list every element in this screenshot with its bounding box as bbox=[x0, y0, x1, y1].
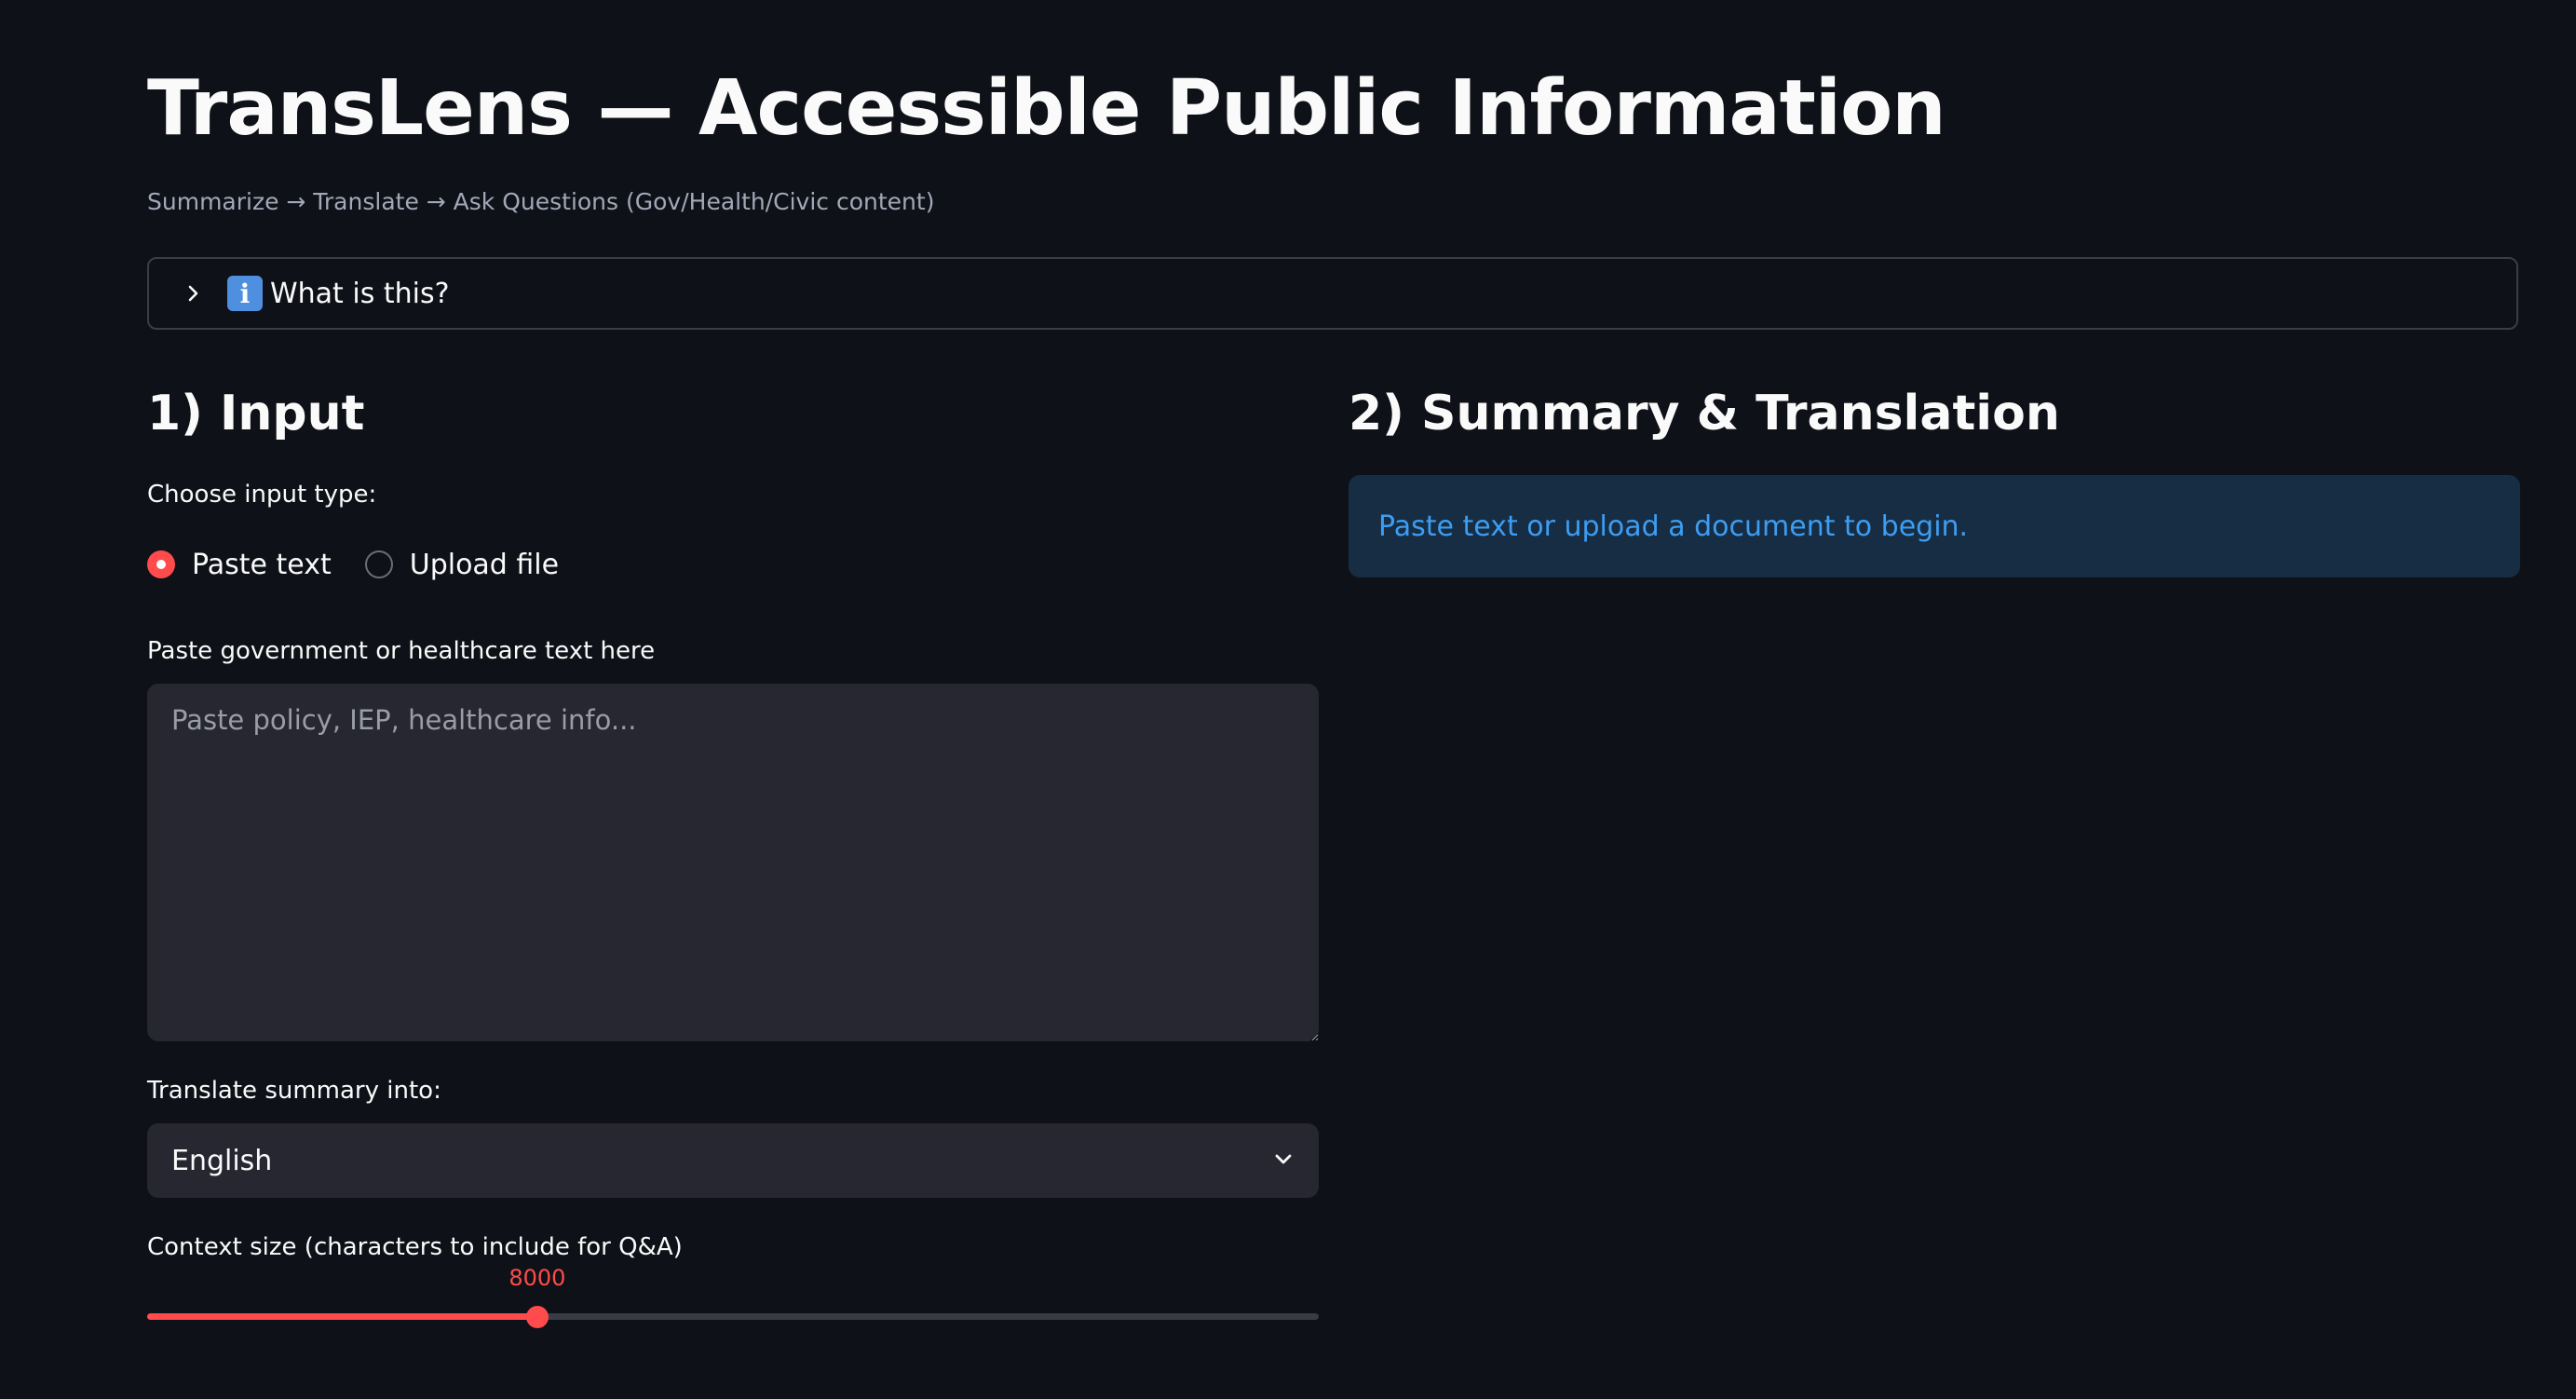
radio-selected-indicator bbox=[147, 550, 175, 578]
summary-section-title: 2) Summary & Translation bbox=[1349, 386, 2060, 441]
language-select[interactable]: English bbox=[147, 1123, 1319, 1198]
app-page: TransLens — Accessible Public Informatio… bbox=[0, 0, 2576, 1399]
radio-upload-file[interactable]: Upload file bbox=[364, 548, 560, 581]
context-size-slider[interactable]: 8000 bbox=[147, 1265, 1319, 1328]
input-section-title: 1) Input bbox=[147, 386, 365, 441]
input-type-label: Choose input type: bbox=[147, 481, 377, 509]
expander-label: What is this? bbox=[270, 277, 450, 310]
radio-upload-file-label: Upload file bbox=[409, 548, 560, 581]
what-is-this-expander[interactable]: i What is this? bbox=[147, 257, 2518, 330]
language-select-value: English bbox=[171, 1144, 273, 1177]
slider-fill bbox=[147, 1313, 537, 1320]
info-alert: Paste text or upload a document to begin… bbox=[1349, 475, 2520, 577]
textarea-label: Paste government or healthcare text here bbox=[147, 637, 656, 665]
input-type-radio-group: Paste text Upload file bbox=[147, 548, 592, 581]
page-title: TransLens — Accessible Public Informatio… bbox=[147, 64, 1946, 153]
page-caption: Summarize → Translate → Ask Questions (G… bbox=[147, 188, 935, 215]
info-alert-message: Paste text or upload a document to begin… bbox=[1378, 509, 1969, 543]
slider-value-label: 8000 bbox=[508, 1265, 566, 1291]
slider-thumb[interactable] bbox=[525, 1306, 549, 1328]
radio-paste-text-label: Paste text bbox=[192, 548, 332, 581]
chevron-right-icon bbox=[169, 284, 218, 303]
language-select-label: Translate summary into: bbox=[147, 1077, 441, 1105]
info-icon: i bbox=[227, 276, 263, 311]
context-size-label: Context size (characters to include for … bbox=[147, 1233, 683, 1261]
chevron-down-icon bbox=[1272, 1148, 1295, 1174]
document-text-input[interactable] bbox=[147, 684, 1319, 1041]
radio-unselected-indicator bbox=[364, 550, 393, 578]
radio-paste-text[interactable]: Paste text bbox=[147, 549, 332, 581]
